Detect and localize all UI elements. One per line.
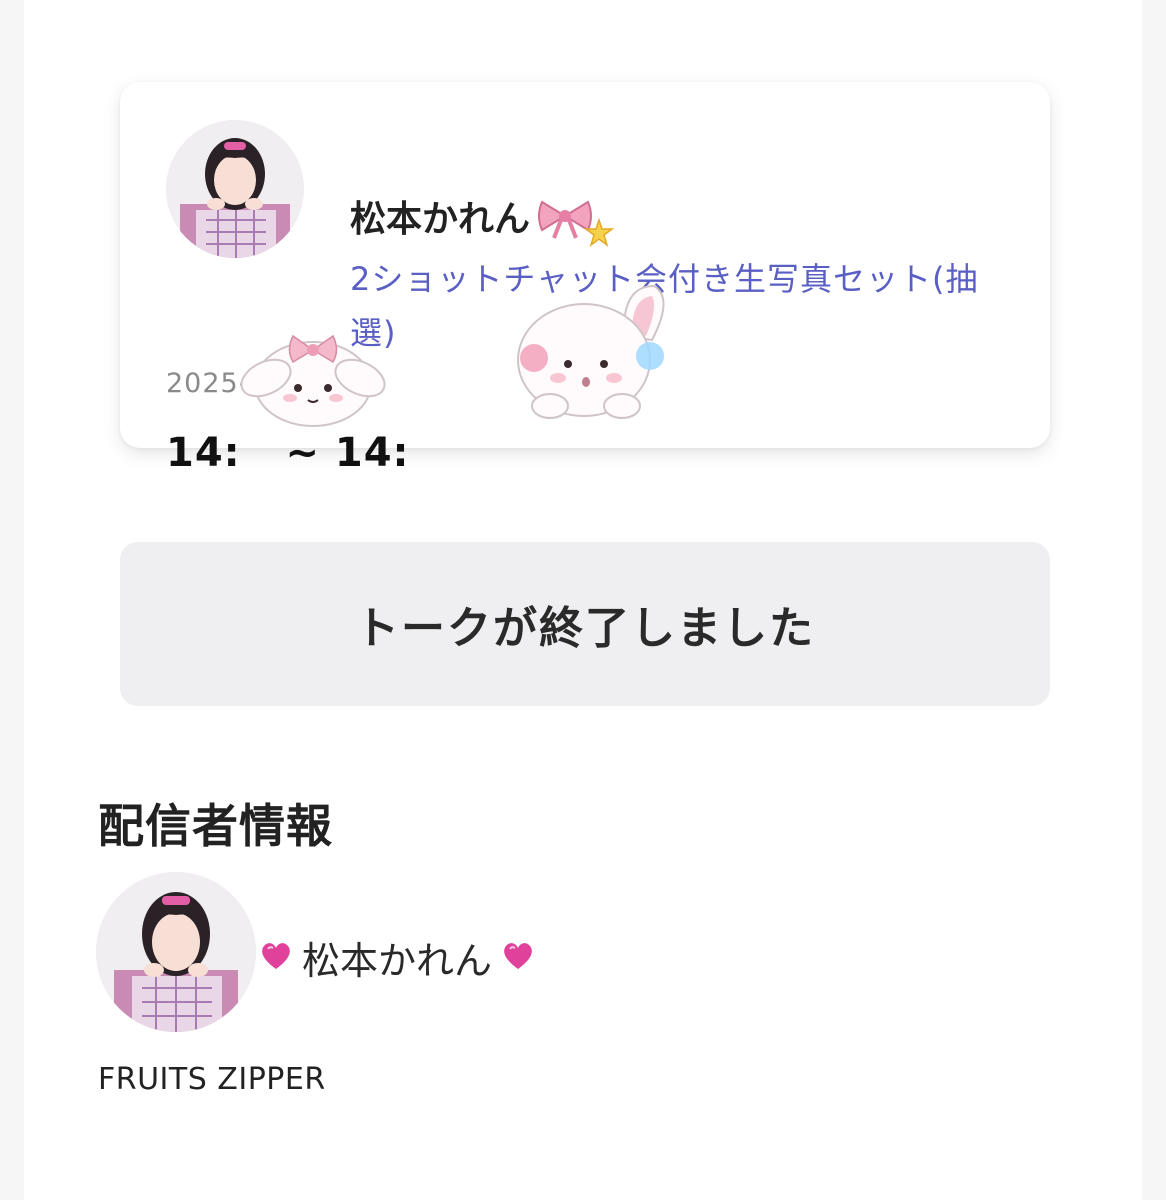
bunny-sticker-icon: [238, 322, 388, 436]
card-avatar: [166, 120, 304, 258]
page: 松本かれん 2ショットチャット会付き生写真セット(抽選) 2025-06-15 …: [24, 0, 1142, 1200]
streamer-name-row: 松本かれん: [260, 930, 534, 985]
card-streamer-name: 松本かれん: [350, 199, 531, 240]
streamer-name: 松本かれん: [302, 939, 493, 983]
card-name-row: 松本かれん: [350, 188, 615, 252]
star-icon: [583, 217, 615, 252]
talk-ended-button[interactable]: トークが終了しました: [120, 542, 1050, 706]
heart-icon: [502, 936, 534, 980]
streamer-avatar[interactable]: [96, 872, 256, 1032]
section-title: 配信者情報: [98, 799, 333, 853]
rabbit-sticker-icon: [504, 278, 684, 432]
talk-session-card[interactable]: 松本かれん 2ショットチャット会付き生写真セット(抽選) 2025-06-15 …: [120, 82, 1050, 476]
session-time: 14: ~ 14:: [166, 430, 410, 476]
heart-icon: [260, 936, 292, 980]
streamer-group: FRUITS ZIPPER: [98, 1062, 326, 1097]
